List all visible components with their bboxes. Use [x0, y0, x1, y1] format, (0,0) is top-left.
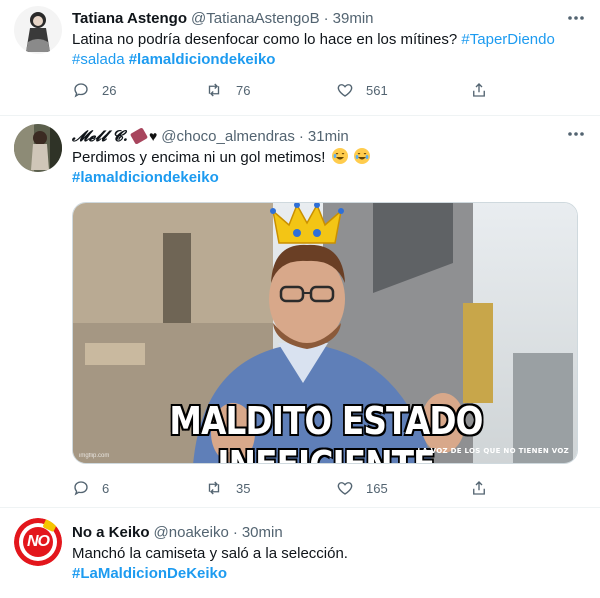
- meme-watermark: LA VOZ DE LOS QUE NO TIENEN VOZ: [417, 447, 569, 455]
- user-name[interactable]: No a Keiko: [72, 524, 150, 541]
- image-credit: imgflip.com: [79, 453, 110, 459]
- tweet-header: No a Keiko @noakeiko · 30min: [72, 522, 584, 542]
- share-button[interactable]: [470, 81, 488, 99]
- reply-icon: [74, 83, 88, 98]
- separator: ·: [323, 9, 329, 27]
- tweet-text: Manchó la camiseta y saló a la selección…: [72, 544, 584, 584]
- retweet-icon: [208, 83, 220, 97]
- retweet-icon: [208, 481, 220, 495]
- tweet-actions: 26 76 561: [72, 80, 512, 100]
- share-button[interactable]: [470, 479, 488, 497]
- tweet-body: Tatiana Astengo @TatianaAstengoB · 39min…: [72, 8, 584, 70]
- more-icon[interactable]: [566, 8, 586, 28]
- retweet-count: 35: [236, 480, 251, 496]
- tweet-header: 𝓜𝓮𝓵𝓵 𝓒. ♥ @choco_almendras · 31min: [72, 126, 584, 146]
- retweet-button[interactable]: 35: [204, 479, 336, 497]
- tweet-media-image[interactable]: MALDITO ESTADO INEFICIENTE LA VOZ DE LOS…: [72, 202, 578, 464]
- hashtag-link[interactable]: #salada: [72, 51, 125, 68]
- share-icon: [473, 481, 485, 495]
- laughing-emoji-icon: [331, 148, 348, 164]
- separator: ·: [298, 127, 304, 145]
- tweet-text-content: Manchó la camiseta y saló a la selección…: [72, 545, 348, 562]
- chocolate-emoji-icon: [129, 127, 149, 145]
- avatar-logo-text: NO: [27, 533, 50, 550]
- avatar[interactable]: [14, 6, 62, 54]
- reply-button[interactable]: 26: [72, 81, 204, 99]
- timestamp[interactable]: 30min: [242, 524, 283, 541]
- hashtag-link[interactable]: #lamaldiciondekeiko: [129, 51, 276, 68]
- user-handle[interactable]: @choco_almendras: [161, 128, 295, 145]
- tweet-text-content: Perdimos y encima ni un gol metimos!: [72, 149, 326, 166]
- heart-icon: [337, 84, 353, 97]
- reply-count: 26: [102, 82, 117, 98]
- timestamp[interactable]: 39min: [333, 10, 374, 27]
- separator: ·: [232, 523, 238, 541]
- hashtag-link[interactable]: #LaMaldicionDeKeiko: [72, 565, 227, 582]
- user-name[interactable]: Tatiana Astengo: [72, 10, 187, 27]
- tweet-header: Tatiana Astengo @TatianaAstengoB · 39min: [72, 8, 584, 28]
- tweet-actions: 6 35 165: [72, 478, 512, 498]
- like-button[interactable]: 165: [336, 479, 468, 497]
- user-name[interactable]: 𝓜𝓮𝓵𝓵 𝓒.: [72, 127, 128, 145]
- reply-count: 6: [102, 480, 110, 496]
- hashtag-link[interactable]: #lamaldiciondekeiko: [72, 169, 219, 186]
- avatar[interactable]: NO: [14, 518, 62, 566]
- laughing-emoji-icon: [353, 148, 370, 164]
- like-count: 561: [366, 82, 388, 98]
- tweet[interactable]: 𝓜𝓮𝓵𝓵 𝓒. ♥ @choco_almendras · 31min Perdi…: [0, 116, 600, 508]
- tweet-body: No a Keiko @noakeiko · 30min Manchó la c…: [72, 522, 584, 584]
- user-handle[interactable]: @noakeiko: [154, 524, 229, 541]
- retweet-button[interactable]: 76: [204, 81, 336, 99]
- tweet-text: Latina no podría desenfocar como lo hace…: [72, 30, 584, 70]
- heart-icon: [337, 482, 353, 495]
- black-heart-icon: ♥: [148, 128, 158, 144]
- hashtag-link[interactable]: #TaperDiendo: [461, 31, 554, 48]
- reply-button[interactable]: 6: [72, 479, 204, 497]
- like-button[interactable]: 561: [336, 81, 468, 99]
- tweet-body: 𝓜𝓮𝓵𝓵 𝓒. ♥ @choco_almendras · 31min Perdi…: [72, 126, 584, 188]
- timestamp[interactable]: 31min: [308, 128, 349, 145]
- tweet[interactable]: NO No a Keiko @noakeiko · 30min Manchó l…: [0, 508, 600, 598]
- tweet[interactable]: Tatiana Astengo @TatianaAstengoB · 39min…: [0, 0, 600, 116]
- user-handle[interactable]: @TatianaAstengoB: [191, 10, 320, 27]
- retweet-count: 76: [236, 82, 251, 98]
- avatar[interactable]: [14, 124, 62, 172]
- tweet-text: Perdimos y encima ni un gol metimos! #la…: [72, 148, 584, 188]
- tweet-text-content: Latina no podría desenfocar como lo hace…: [72, 31, 458, 48]
- more-icon[interactable]: [566, 124, 586, 144]
- reply-icon: [74, 481, 88, 496]
- share-icon: [473, 83, 485, 97]
- timeline: Tatiana Astengo @TatianaAstengoB · 39min…: [0, 0, 600, 598]
- like-count: 165: [366, 480, 388, 496]
